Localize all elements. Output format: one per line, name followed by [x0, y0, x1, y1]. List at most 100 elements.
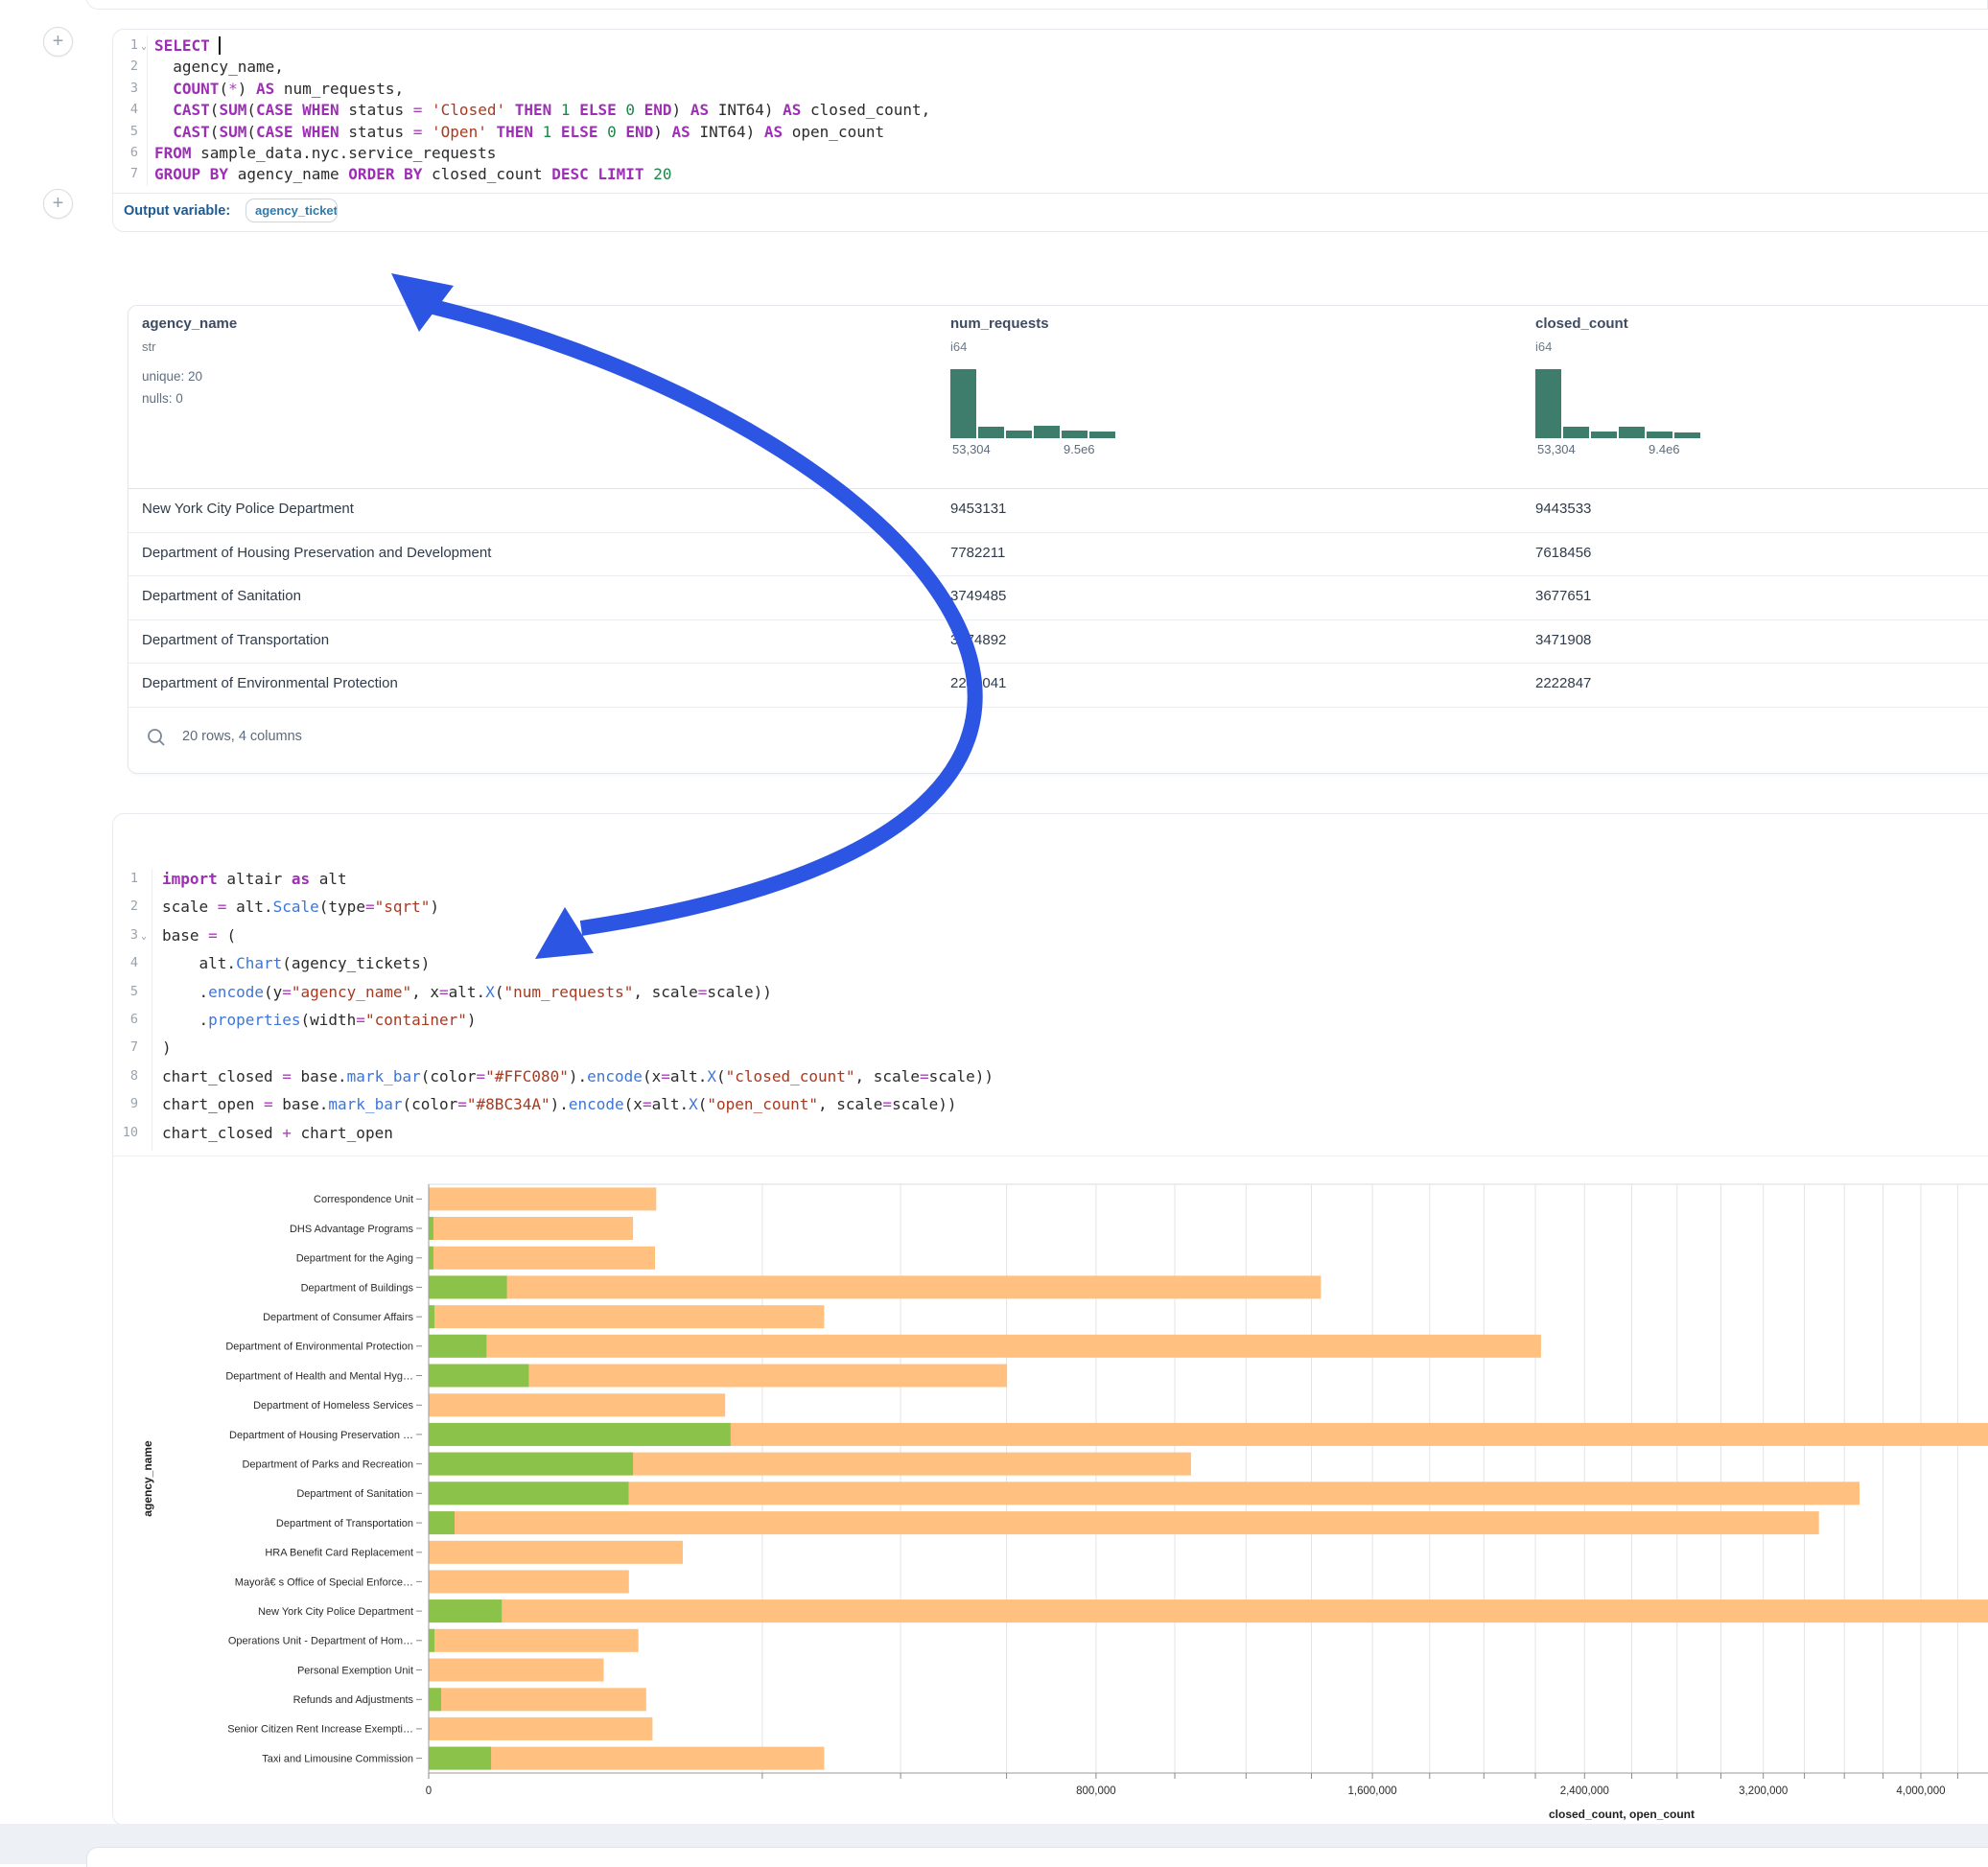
histogram-bar: [1089, 432, 1115, 438]
code-text: COUNT(*) AS num_requests,: [154, 79, 404, 99]
code-line[interactable]: 2 agency_name,: [113, 57, 1988, 78]
table-cell: 9443533: [1535, 501, 1591, 517]
histogram-bar: [1674, 432, 1700, 438]
code-text: agency_name,: [154, 57, 284, 77]
line-number: 5: [115, 982, 138, 1002]
code-text: scale = alt.Scale(type="sqrt"): [162, 897, 439, 917]
code-line[interactable]: 8chart_closed = base.mark_bar(color="#FF…: [113, 1066, 1988, 1094]
histogram-bar: [1006, 431, 1032, 438]
code-line[interactable]: 6 .properties(width="container"): [113, 1010, 1988, 1038]
table-cell: New York City Police Department: [142, 501, 354, 517]
code-line[interactable]: 5 .encode(y="agency_name", x=alt.X("num_…: [113, 982, 1988, 1010]
column-header[interactable]: agency_name: [142, 315, 237, 332]
svg-text:Department of Housing Preserva: Department of Housing Preservation …: [229, 1430, 413, 1441]
code-line[interactable]: 7 GROUP BY agency_name ORDER BY closed_co…: [113, 164, 1988, 185]
line-number: 3: [115, 79, 138, 99]
line-number: 2: [115, 897, 138, 917]
table-cell: Department of Environmental Protection: [142, 675, 398, 691]
column-stat: nulls: 0: [142, 391, 183, 406]
column-header[interactable]: num_requests: [950, 315, 1049, 332]
svg-text:DHS Advantage Programs: DHS Advantage Programs: [290, 1224, 414, 1235]
svg-text:0: 0: [426, 1785, 432, 1797]
svg-text:Senior Citizen Rent Increase E: Senior Citizen Rent Increase Exempti…: [227, 1724, 413, 1736]
svg-text:Refunds and Adjustments: Refunds and Adjustments: [293, 1694, 414, 1706]
column-header[interactable]: closed_count: [1535, 315, 1628, 332]
svg-text:800,000: 800,000: [1076, 1785, 1116, 1797]
svg-text:closed_count, open_count: closed_count, open_count: [1549, 1808, 1695, 1821]
svg-text:2,400,000: 2,400,000: [1560, 1785, 1609, 1797]
table-cell: Department of Sanitation: [142, 588, 301, 604]
text-cursor: [219, 36, 221, 55]
line-number: 6: [115, 143, 138, 163]
svg-text:4,000,000: 4,000,000: [1896, 1785, 1945, 1797]
add-cell-button-output[interactable]: +: [43, 189, 73, 219]
histogram-bar: [1535, 369, 1561, 438]
code-text: chart_open = base.mark_bar(color="#8BC34…: [162, 1094, 957, 1114]
line-number: 2: [115, 57, 138, 77]
column-type: i64: [950, 339, 967, 354]
python-code-editor[interactable]: 1import altair as alt2 scale = alt.Scale(…: [113, 869, 1988, 1151]
line-number: 9: [115, 1094, 138, 1114]
line-number: 1: [115, 35, 138, 56]
svg-text:Department of Transportation: Department of Transportation: [276, 1518, 413, 1529]
table-cell: 3774892: [950, 632, 1006, 648]
svg-text:Department of Buildings: Department of Buildings: [301, 1282, 414, 1294]
code-line[interactable]: 3 COUNT(*) AS num_requests,: [113, 79, 1988, 100]
svg-text:3,200,000: 3,200,000: [1739, 1785, 1788, 1797]
svg-text:HRA Benefit Card Replacement: HRA Benefit Card Replacement: [265, 1548, 413, 1559]
table-cell: 3677651: [1535, 588, 1591, 604]
code-line[interactable]: 6FROM sample_data.nyc.service_requests: [113, 143, 1988, 164]
code-line[interactable]: 2 scale = alt.Scale(type="sqrt"): [113, 897, 1988, 924]
histogram-bar: [978, 427, 1004, 438]
column-stat: unique: 20: [142, 369, 202, 384]
svg-text:Department of Homeless Service: Department of Homeless Services: [253, 1400, 413, 1412]
histogram-max-label: 9.5e6: [1064, 442, 1095, 456]
code-line[interactable]: 5 CAST(SUM(CASE WHEN status = 'Open' THE…: [113, 122, 1988, 143]
collapse-caret-icon[interactable]: ⌄: [141, 926, 147, 946]
code-text: base = (: [162, 925, 236, 945]
code-line[interactable]: 7): [113, 1038, 1988, 1065]
svg-text:Mayorâ€ s Office of Special En: Mayorâ€ s Office of Special Enforce…: [235, 1576, 413, 1588]
table-row: Department of Sanitation 3749485 3677651: [129, 575, 1988, 620]
histogram-max-label: 9.4e6: [1649, 442, 1680, 456]
code-line[interactable]: 4 CAST(SUM(CASE WHEN status = 'Closed' T…: [113, 100, 1988, 121]
code-text: .properties(width="container"): [162, 1010, 477, 1030]
code-text: CAST(SUM(CASE WHEN status = 'Closed' THE…: [154, 100, 930, 120]
code-line[interactable]: 3⌄base = (: [113, 925, 1988, 953]
code-line[interactable]: 10chart_closed + chart_open: [113, 1123, 1988, 1151]
table-cell: 3749485: [950, 588, 1006, 604]
code-text: chart_closed = base.mark_bar(color="#FFC…: [162, 1066, 994, 1086]
code-line[interactable]: 1import altair as alt: [113, 869, 1988, 897]
output-variable-pill[interactable]: agency_tickets: [246, 198, 338, 222]
code-line[interactable]: 9 chart_open = base.mark_bar(color="#8BC3…: [113, 1094, 1988, 1122]
code-text: chart_closed + chart_open: [162, 1123, 393, 1143]
altair-bar-chart: Correspondence Unit DHS Advantage Program…: [113, 1156, 1988, 1825]
histogram-bar: [1563, 427, 1589, 438]
histogram-bar: [1034, 426, 1060, 438]
table-cell: 2240041: [950, 675, 1006, 691]
code-line[interactable]: 4 alt.Chart(agency_tickets): [113, 953, 1988, 981]
code-text: CAST(SUM(CASE WHEN status = 'Open' THEN …: [154, 122, 884, 142]
code-text: .encode(y="agency_name", x=alt.X("num_re…: [162, 982, 772, 1002]
result-table-card: agency_namestrunique: 20nulls: 0num_requ…: [128, 305, 1988, 774]
code-text: GROUP BY agency_name ORDER BY closed_cou…: [154, 164, 671, 184]
svg-text:Department of Consumer Affairs: Department of Consumer Affairs: [263, 1312, 413, 1323]
code-text: SELECT: [154, 35, 221, 56]
svg-text:Department for the Aging: Department for the Aging: [296, 1253, 413, 1265]
table-cell: 9453131: [950, 501, 1006, 517]
table-cell: 7618456: [1535, 545, 1591, 561]
line-number: 7: [115, 164, 138, 184]
column-histogram: [1535, 363, 1704, 438]
line-number: 7: [115, 1038, 138, 1058]
code-text: import altair as alt: [162, 869, 347, 889]
column-type: i64: [1535, 339, 1552, 354]
histogram-bar: [1591, 432, 1617, 438]
sql-cell: 1⌄SELECT 2 agency_name,3 COUNT(*) AS num…: [112, 29, 1988, 232]
svg-text:Correspondence Unit: Correspondence Unit: [314, 1194, 413, 1205]
table-cell: Department of Housing Preservation and D…: [142, 545, 491, 561]
add-cell-button-top[interactable]: +: [43, 27, 73, 57]
collapse-caret-icon[interactable]: ⌄: [141, 36, 147, 57]
search-icon[interactable]: [146, 727, 167, 748]
code-line[interactable]: 1⌄ SELECT: [113, 35, 1988, 57]
sql-code-editor[interactable]: 1⌄SELECT 2 agency_name,3 COUNT(*) AS num…: [113, 35, 1988, 186]
